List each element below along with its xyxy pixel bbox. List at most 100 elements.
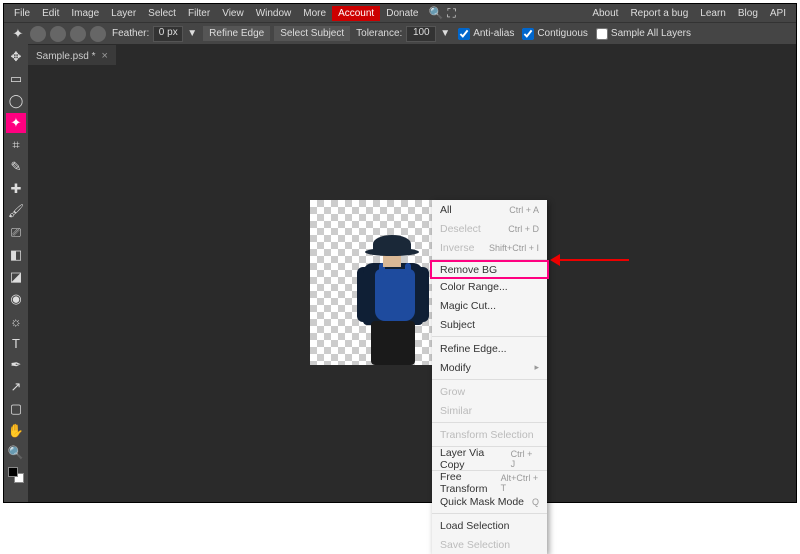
tool-eraser[interactable]: ◧	[6, 245, 26, 265]
blog-link[interactable]: Blog	[732, 6, 764, 21]
menu-window[interactable]: Window	[250, 6, 298, 21]
menu-layer[interactable]: Layer	[105, 6, 142, 21]
about-link[interactable]: About	[586, 6, 624, 21]
tool-dodge[interactable]: ☼	[6, 311, 26, 331]
sample-all-label: Sample All Layers	[611, 28, 691, 39]
tool-eyedropper[interactable]: ✎	[6, 157, 26, 177]
report-bug-link[interactable]: Report a bug	[624, 6, 694, 21]
antialias-label: Anti-alias	[473, 28, 514, 39]
tool-panel: ✥▭◯✦⌗✎✚🖌⎚◧◪◉☼T✒↗▢✋🔍	[4, 44, 28, 502]
menu-item-shortcut: Ctrl + D	[508, 224, 539, 234]
menu-item-label: Subject	[440, 319, 475, 331]
menu-item-label: Inverse	[440, 242, 474, 254]
menu-item-label: Modify	[440, 362, 471, 374]
menu-item-save-selection: Save Selection	[432, 535, 547, 554]
current-tool-icon: ✦	[8, 24, 28, 44]
contiguous-checkbox[interactable]	[522, 28, 534, 40]
menu-item-shortcut: Shift+Ctrl + I	[489, 243, 539, 253]
menu-item-transform-selection: Transform Selection	[432, 425, 547, 444]
tool-pen[interactable]: ✒	[6, 355, 26, 375]
tolerance-input[interactable]: 100	[406, 26, 436, 42]
tab-title: Sample.psd *	[36, 51, 95, 62]
menu-item-shortcut: Ctrl + J	[511, 449, 539, 469]
menu-item-label: Color Range...	[440, 281, 508, 293]
menu-item-free-transform[interactable]: Free TransformAlt+Ctrl + T	[432, 473, 547, 492]
account-button[interactable]: Account	[332, 6, 380, 21]
menu-item-label: All	[440, 204, 452, 216]
menu-item-shortcut: ▸	[534, 362, 539, 373]
document-tab[interactable]: Sample.psd * ×	[28, 45, 116, 65]
feather-input[interactable]: 0 px	[153, 26, 183, 42]
mode-add-icon[interactable]	[50, 26, 66, 42]
menu-file[interactable]: File	[8, 6, 36, 21]
tool-type[interactable]: T	[6, 333, 26, 353]
tolerance-label: Tolerance:	[356, 28, 402, 39]
menu-item-subject[interactable]: Subject	[432, 315, 547, 334]
tool-gradient[interactable]: ◪	[6, 267, 26, 287]
color-swatches[interactable]	[6, 465, 26, 485]
mode-new-icon[interactable]	[30, 26, 46, 42]
menu-item-deselect: Deselect Ctrl + D	[432, 219, 547, 238]
tool-magic-wand[interactable]: ✦	[6, 113, 26, 133]
menu-item-shortcut: Alt+Ctrl + T	[501, 473, 539, 493]
sample-all-checkbox[interactable]	[596, 28, 608, 40]
menu-item-all[interactable]: All Ctrl + A	[432, 200, 547, 219]
menu-item-load-selection[interactable]: Load Selection	[432, 516, 547, 535]
tool-brush[interactable]: 🖌	[6, 201, 26, 221]
tool-crop[interactable]: ⌗	[6, 135, 26, 155]
annotation-arrow	[559, 259, 629, 261]
menu-bar: File Edit Image Layer Select Filter View…	[4, 4, 796, 22]
menu-item-remove-bg[interactable]: Remove BG	[430, 260, 549, 279]
donate-button[interactable]: Donate	[380, 6, 424, 21]
menu-item-label: Save Selection	[440, 539, 510, 551]
tool-blur[interactable]: ◉	[6, 289, 26, 309]
tool-move[interactable]: ✥	[6, 47, 26, 67]
tool-heal[interactable]: ✚	[6, 179, 26, 199]
menu-more[interactable]: More	[297, 6, 332, 21]
menu-item-label: Transform Selection	[440, 429, 534, 441]
menu-item-inverse: Inverse Shift+Ctrl + I	[432, 238, 547, 257]
tool-rect-select[interactable]: ▭	[6, 69, 26, 89]
tool-lasso[interactable]: ◯	[6, 91, 26, 111]
menu-item-label: Layer Via Copy	[440, 447, 511, 471]
tool-path[interactable]: ↗	[6, 377, 26, 397]
menu-filter[interactable]: Filter	[182, 6, 216, 21]
learn-link[interactable]: Learn	[694, 6, 732, 21]
menu-item-color-range[interactable]: Color Range...	[432, 277, 547, 296]
tool-stamp[interactable]: ⎚	[6, 223, 26, 243]
close-icon[interactable]: ×	[101, 50, 107, 62]
dropdown-icon[interactable]: ▼	[187, 28, 197, 39]
menu-item-layer-via-copy[interactable]: Layer Via CopyCtrl + J	[432, 449, 547, 468]
image-subject	[355, 235, 437, 365]
menu-item-shortcut: Ctrl + A	[509, 205, 539, 215]
menu-item-refine-edge[interactable]: Refine Edge...	[432, 339, 547, 358]
menu-edit[interactable]: Edit	[36, 6, 65, 21]
menu-image[interactable]: Image	[65, 6, 105, 21]
menu-select[interactable]: Select	[142, 6, 182, 21]
menu-item-label: Deselect	[440, 223, 481, 235]
tool-rect[interactable]: ▢	[6, 399, 26, 419]
contiguous-label: Contiguous	[537, 28, 588, 39]
menu-item-label: Similar	[440, 405, 472, 417]
feather-label: Feather:	[112, 28, 149, 39]
antialias-checkbox[interactable]	[458, 28, 470, 40]
dropdown-icon-2[interactable]: ▼	[440, 28, 450, 39]
tool-hand[interactable]: ✋	[6, 421, 26, 441]
menu-item-label: Magic Cut...	[440, 300, 496, 312]
menu-item-grow: Grow	[432, 382, 547, 401]
menu-item-modify[interactable]: Modify ▸	[432, 358, 547, 377]
api-link[interactable]: API	[764, 6, 792, 21]
fullscreen-icon[interactable]: ⛶	[447, 6, 455, 21]
tool-zoom[interactable]: 🔍	[6, 443, 26, 463]
search-icon[interactable]: 🔍	[428, 6, 443, 20]
menu-view[interactable]: View	[216, 6, 250, 21]
mode-int-icon[interactable]	[90, 26, 106, 42]
menu-item-quick-mask-mode[interactable]: Quick Mask ModeQ	[432, 492, 547, 511]
context-menu: All Ctrl + A Deselect Ctrl + D Inverse Shift+…	[432, 200, 547, 554]
menu-item-magic-cut[interactable]: Magic Cut...	[432, 296, 547, 315]
refine-edge-button[interactable]: Refine Edge	[203, 26, 270, 41]
document-canvas[interactable]	[310, 200, 432, 365]
mode-sub-icon[interactable]	[70, 26, 86, 42]
menu-item-label: Free Transform	[440, 471, 501, 495]
select-subject-button[interactable]: Select Subject	[274, 26, 350, 41]
